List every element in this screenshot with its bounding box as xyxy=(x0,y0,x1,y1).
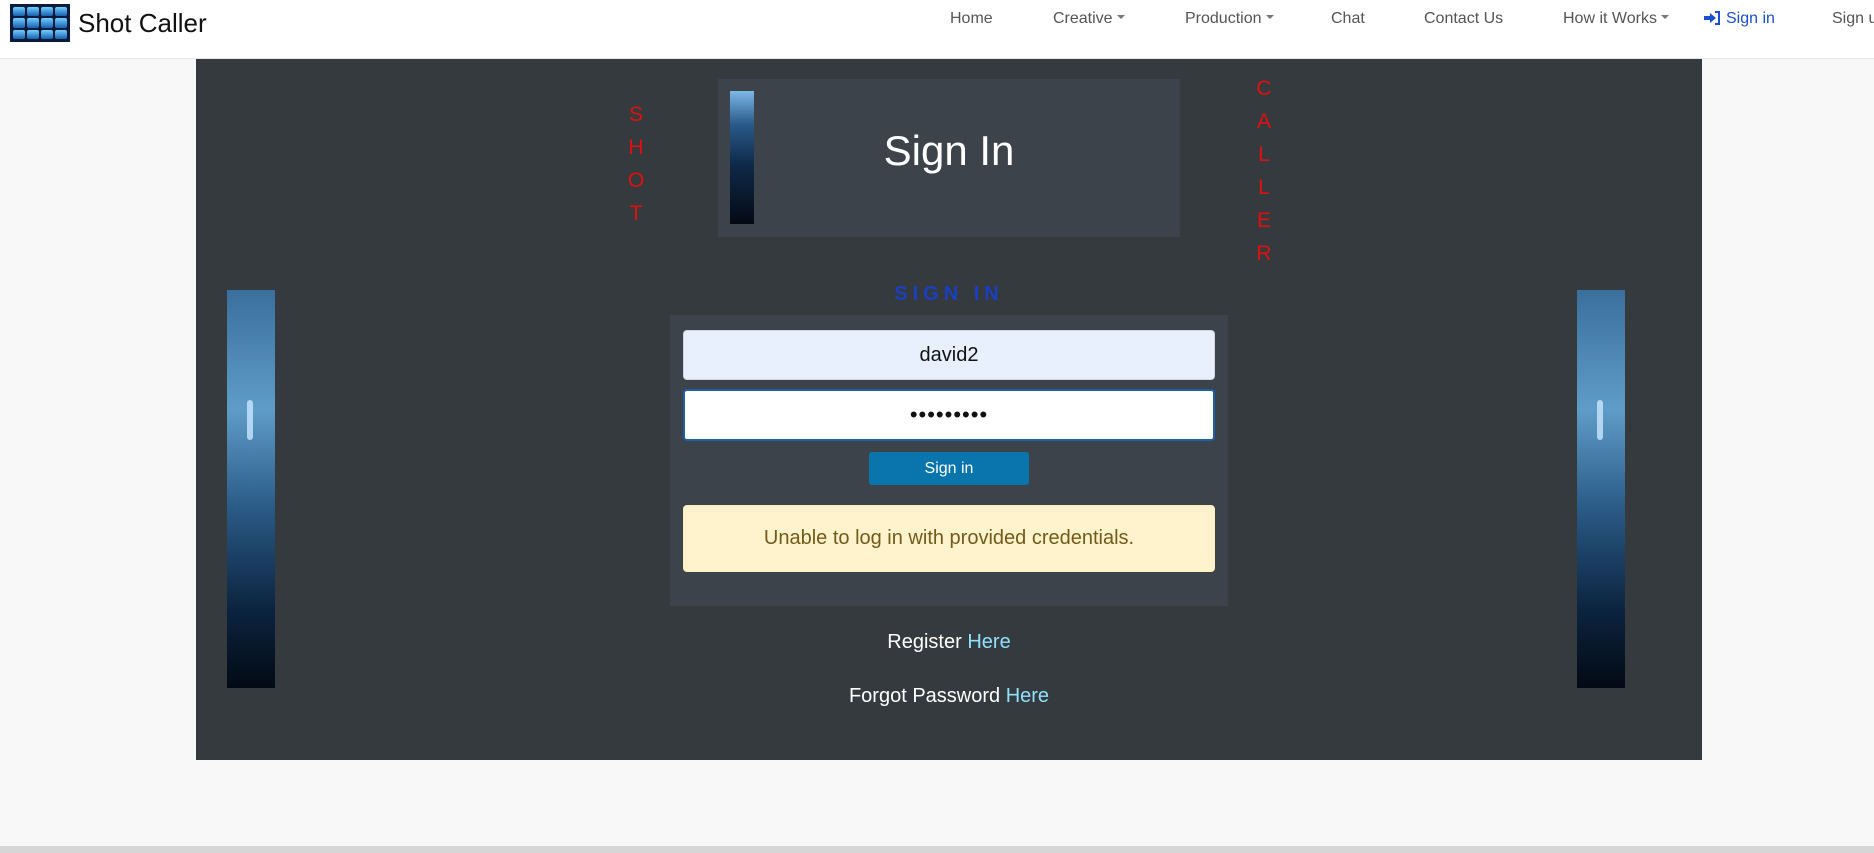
sign-in-form: Sign in Unable to log in with provided c… xyxy=(670,315,1228,606)
username-input[interactable] xyxy=(683,330,1215,380)
register-line: Register Here xyxy=(196,631,1702,654)
sign-in-button[interactable]: Sign in xyxy=(869,452,1029,485)
forgot-password-text: Forgot Password xyxy=(848,685,1001,707)
brand-logo-icon xyxy=(10,4,70,42)
nav-home-link[interactable]: Home xyxy=(950,9,993,29)
caller-letter: C xyxy=(1256,77,1272,100)
caller-letter: E xyxy=(1256,209,1271,232)
sign-in-header-box: Sign In xyxy=(718,79,1180,237)
nav-how-it-works-dropdown[interactable]: How it Works xyxy=(1563,9,1669,29)
page-title: Sign In xyxy=(883,127,1015,174)
nav-creative-dropdown[interactable]: Creative xyxy=(1053,9,1125,29)
caret-down-icon xyxy=(1660,14,1669,19)
window-bottom-edge xyxy=(0,846,1874,853)
nav-creative-label: Creative xyxy=(1053,10,1113,27)
nav-how-it-works-label: How it Works xyxy=(1563,10,1657,27)
form-heading: SIGN IN xyxy=(894,283,1004,305)
nav-sign-up-link[interactable]: Sign up xyxy=(1832,9,1874,29)
forgot-password-here-link[interactable]: Here xyxy=(1006,685,1049,707)
shot-vertical-text: SHOT xyxy=(624,98,648,230)
forgot-password-line: Forgot Password Here xyxy=(196,685,1702,708)
left-decorative-image xyxy=(227,290,275,688)
caller-letter: L xyxy=(1258,176,1270,199)
caret-down-icon xyxy=(1116,14,1125,19)
right-decorative-image xyxy=(1577,290,1625,688)
nav-sign-in-label: Sign in xyxy=(1726,10,1775,27)
error-alert: Unable to log in with provided credentia… xyxy=(683,505,1215,572)
shot-letter: T xyxy=(629,202,643,225)
nav-production-label: Production xyxy=(1185,10,1262,27)
brand-name: Shot Caller xyxy=(78,7,207,38)
caller-letter: R xyxy=(1256,242,1272,265)
sign-in-icon xyxy=(1704,10,1720,25)
top-navbar: Shot Caller Home Creative Production Cha… xyxy=(0,0,1874,59)
caller-letter: L xyxy=(1258,143,1270,166)
brand[interactable]: Shot Caller xyxy=(10,3,207,43)
main-panel: SHOT CALLER Sign In SIGN IN Sign in Unab… xyxy=(196,59,1702,760)
caret-down-icon xyxy=(1265,14,1274,19)
register-here-link[interactable]: Here xyxy=(967,631,1010,653)
nav-production-dropdown[interactable]: Production xyxy=(1185,9,1274,29)
password-input[interactable] xyxy=(683,389,1215,441)
caller-vertical-text: CALLER xyxy=(1252,72,1276,270)
nav-sign-in-link[interactable]: Sign in xyxy=(1704,9,1775,29)
caller-letter: A xyxy=(1256,110,1271,133)
nav-chat-link[interactable]: Chat xyxy=(1331,9,1365,29)
shot-letter: S xyxy=(628,103,643,126)
register-text: Register xyxy=(887,631,962,653)
shot-letter: O xyxy=(627,169,645,192)
shot-letter: H xyxy=(628,136,644,159)
nav-contact-link[interactable]: Contact Us xyxy=(1424,9,1503,29)
